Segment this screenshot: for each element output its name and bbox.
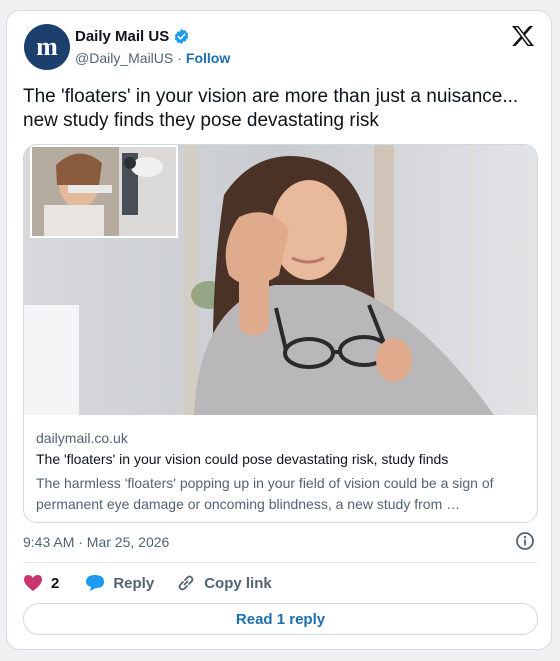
embedded-tweet-card: m Daily Mail US @Daily_MailUS · Follow T…: [6, 10, 552, 650]
svg-text:m: m: [36, 32, 58, 61]
article-photo: [24, 145, 537, 415]
copy-link-label: Copy link: [204, 574, 272, 592]
divider: [23, 562, 537, 563]
tweet-timestamp[interactable]: 9:43 AM · Mar 25, 2026: [23, 534, 169, 550]
account-handle[interactable]: @Daily_MailUS: [75, 50, 173, 66]
link-domain: dailymail.co.uk: [36, 430, 128, 446]
x-logo-icon[interactable]: [511, 25, 535, 52]
separator-dot: ·: [177, 50, 182, 66]
daily-mail-logo-icon: m: [36, 32, 58, 61]
avatar[interactable]: m: [24, 24, 70, 70]
copy-link-button[interactable]: Copy link: [176, 573, 272, 593]
follow-button[interactable]: Follow: [186, 50, 230, 66]
info-icon[interactable]: [515, 531, 535, 556]
reply-label: Reply: [113, 574, 155, 592]
reply-bubble-icon: [86, 575, 105, 591]
heart-icon: [24, 575, 42, 591]
account-name[interactable]: Daily Mail US: [75, 28, 169, 45]
like-count: 2: [51, 574, 60, 592]
read-reply-button[interactable]: Read 1 reply: [23, 603, 538, 635]
link-description: The harmless 'floaters' popping up in yo…: [36, 475, 494, 512]
verified-badge-icon: [174, 29, 189, 44]
reply-button[interactable]: Reply: [85, 574, 154, 592]
like-button[interactable]: 2: [23, 574, 59, 592]
link-icon: [178, 575, 194, 591]
tweet-text: The 'floaters' in your vision are more t…: [23, 86, 519, 131]
link-title[interactable]: The 'floaters' in your vision could pose…: [36, 451, 526, 467]
account-handle-row: @Daily_MailUS · Follow: [75, 50, 230, 66]
account-name-row: Daily Mail US: [75, 28, 190, 45]
action-bar: 2 Reply Copy link: [23, 572, 294, 594]
link-preview-card[interactable]: dailymail.co.uk The 'floaters' in your v…: [23, 144, 538, 523]
link-meta: dailymail.co.uk The 'floaters' in your v…: [36, 430, 526, 515]
